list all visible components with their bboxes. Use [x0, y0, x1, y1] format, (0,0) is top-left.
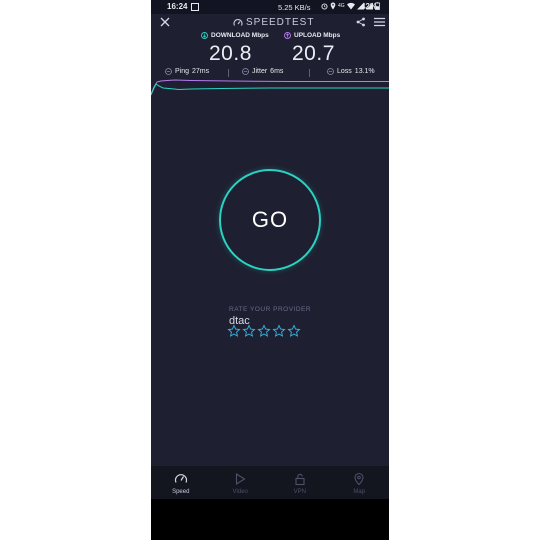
- bottom-navigation: Speed Video VPN Map: [151, 466, 389, 499]
- jitter-value: 6ms: [270, 68, 284, 75]
- star-3-icon[interactable]: [257, 324, 271, 338]
- share-icon[interactable]: [356, 17, 366, 27]
- app-bar: SPEEDTEST: [151, 14, 389, 32]
- gallery-notification-icon: [191, 3, 199, 11]
- rate-provider-title: RATE YOUR PROVIDER: [229, 306, 312, 313]
- go-label: GO: [251, 207, 289, 232]
- nav-vpn-label: VPN: [293, 489, 306, 495]
- upload-value: 20.7: [292, 42, 335, 65]
- status-bar: 16:24 5.25 KB/s 4G 42%: [151, 0, 389, 14]
- star-4-icon[interactable]: [272, 324, 286, 338]
- nav-video-label: Video: [232, 489, 248, 495]
- upload-graph-line: [151, 79, 389, 95]
- nav-speed[interactable]: Speed: [151, 466, 211, 499]
- jitter-icon: [242, 68, 249, 75]
- loss-icon: [327, 68, 334, 75]
- download-label: DOWNLOAD Mbps: [211, 32, 269, 39]
- download-icon: [201, 32, 208, 39]
- nav-vpn[interactable]: VPN: [270, 466, 330, 499]
- nav-video[interactable]: Video: [211, 466, 271, 499]
- brand-name: SPEEDTEST: [246, 17, 315, 28]
- star-5-icon[interactable]: [287, 324, 301, 338]
- ping-value: 27ms: [192, 68, 210, 75]
- nav-map-label: Map: [353, 489, 366, 495]
- download-header: DOWNLOAD Mbps: [201, 32, 269, 39]
- jitter-metric: Jitter 6ms: [242, 68, 283, 75]
- menu-icon[interactable]: [374, 17, 385, 27]
- nav-map[interactable]: Map: [330, 466, 390, 499]
- speedometer-icon: [233, 18, 243, 26]
- ping-icon: [165, 68, 172, 75]
- network-type-label: 4G: [338, 3, 345, 9]
- alarm-icon: [321, 3, 328, 10]
- system-navigation-strip: [151, 499, 389, 540]
- upload-label: UPLOAD Mbps: [294, 32, 341, 39]
- wifi-icon: [346, 2, 355, 10]
- battery-percent: 42%: [361, 2, 378, 11]
- phone-screen: 16:24 5.25 KB/s 4G 42% SPEEDTEST DOWNLOA…: [151, 0, 389, 540]
- speed-graph: [151, 79, 389, 96]
- star-rating: [227, 324, 301, 338]
- speedtest-logo: SPEEDTEST: [233, 17, 314, 28]
- ping-metric: Ping 27ms: [165, 68, 209, 75]
- upload-icon: [284, 32, 291, 39]
- go-button[interactable]: GO: [219, 169, 321, 271]
- ping-label: Ping: [175, 68, 190, 75]
- lock-icon: [295, 473, 305, 486]
- location-icon: [330, 2, 336, 10]
- upload-header: UPLOAD Mbps: [284, 32, 340, 39]
- loss-metric: Loss 13.1%: [327, 68, 375, 75]
- status-time: 16:24: [167, 2, 188, 11]
- star-2-icon[interactable]: [242, 324, 256, 338]
- download-value: 20.8: [209, 42, 252, 65]
- loss-label: Loss: [337, 68, 352, 75]
- map-pin-icon: [354, 472, 364, 486]
- jitter-label: Jitter: [252, 68, 268, 75]
- close-icon[interactable]: [159, 16, 171, 28]
- star-1-icon[interactable]: [227, 324, 241, 338]
- play-icon: [236, 473, 246, 485]
- download-graph-line: [151, 83, 389, 96]
- loss-value: 13.1%: [354, 68, 375, 75]
- speedometer-icon: [174, 474, 187, 483]
- nav-speed-label: Speed: [172, 489, 190, 495]
- network-speed: 5.25 KB/s: [278, 3, 311, 12]
